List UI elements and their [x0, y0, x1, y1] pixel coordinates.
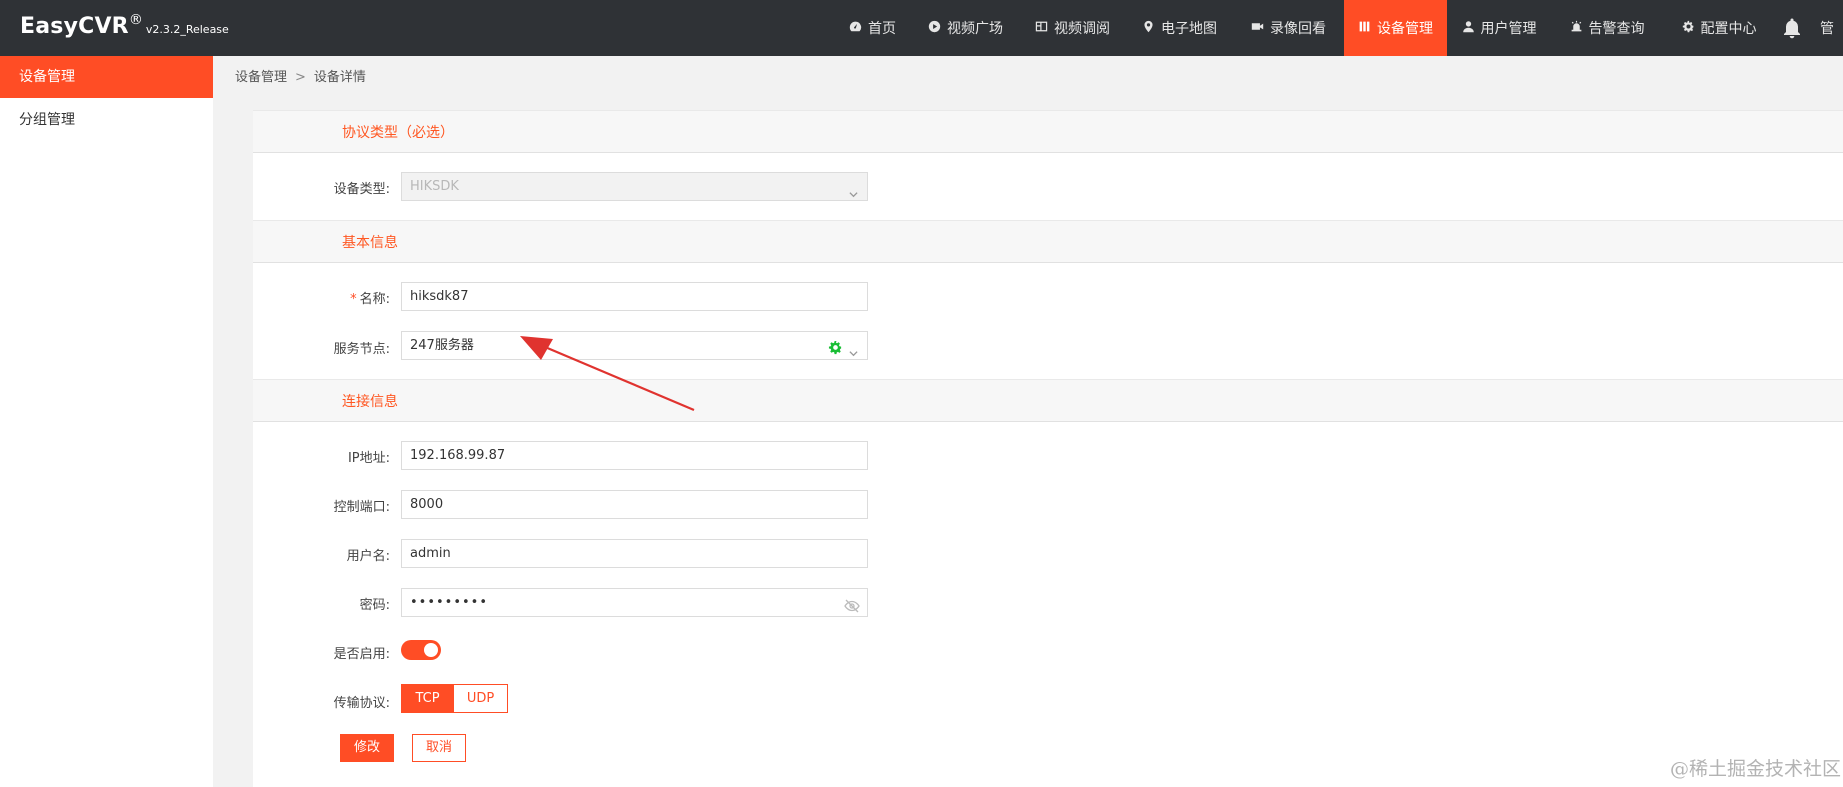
breadcrumb-separator: >: [295, 70, 306, 85]
breadcrumb-current: 设备详情: [313, 70, 366, 85]
device-type-select: HIKSDK: [401, 172, 868, 201]
annotation-arrow-icon: [520, 336, 695, 412]
nav-label: 录像回看: [1270, 21, 1326, 37]
nav-item-config-center[interactable]: 配置中心: [1663, 0, 1775, 56]
section-title: 连接信息: [342, 394, 398, 410]
nav-item-user-management[interactable]: 用户管理: [1447, 0, 1551, 56]
video-camera-icon: [1251, 20, 1264, 37]
nav-item-playback[interactable]: 录像回看: [1233, 0, 1344, 56]
user-menu[interactable]: 管: [1820, 18, 1843, 38]
nav-item-device-management[interactable]: 设备管理: [1344, 0, 1447, 56]
ip-value: 192.168.99.87: [410, 448, 506, 463]
sidebar: 设备管理 分组管理: [0, 56, 213, 787]
device-type-label: 设备类型:: [333, 182, 390, 197]
nav-label: 用户管理: [1480, 21, 1537, 37]
section-title: 基本信息: [342, 235, 398, 251]
app-version: v2.3.2_Release: [145, 23, 229, 36]
username-input[interactable]: admin: [401, 539, 868, 568]
required-mark: *: [350, 292, 357, 307]
play-circle-icon: [928, 20, 941, 37]
sidebar-item-device-management[interactable]: 设备管理: [0, 56, 213, 98]
nav-label: 设备管理: [1377, 21, 1433, 37]
nav-item-home[interactable]: 首页: [833, 0, 912, 56]
sidebar-item-group-management[interactable]: 分组管理: [0, 99, 213, 141]
section-connection-info: 连接信息: [253, 379, 1843, 422]
password-input[interactable]: •••••••••: [401, 588, 868, 617]
username-label: 用户名:: [346, 549, 390, 564]
nav-item-video-square[interactable]: 视频广场: [912, 0, 1019, 56]
gear-icon: [1682, 20, 1695, 37]
section-protocol-type: 协议类型（必选）: [253, 110, 1843, 153]
device-icon: [1358, 20, 1371, 37]
breadcrumb-parent[interactable]: 设备管理: [235, 70, 287, 85]
chevron-down-icon: [849, 182, 858, 198]
nav-label: 配置中心: [1700, 21, 1757, 37]
map-pin-icon: [1142, 20, 1155, 37]
port-label: 控制端口:: [333, 500, 390, 515]
chevron-down-icon: [849, 341, 858, 357]
eye-off-icon[interactable]: [844, 596, 860, 613]
name-input[interactable]: hiksdk87: [401, 282, 868, 311]
nav-label: 视频调阅: [1054, 21, 1110, 37]
submit-button[interactable]: 修改: [340, 734, 394, 762]
cancel-button[interactable]: 取消: [412, 734, 466, 762]
bell-icon[interactable]: [1782, 17, 1802, 39]
name-label-text: 名称:: [359, 292, 390, 307]
app-name: EasyCVR: [20, 14, 129, 39]
port-input[interactable]: 8000: [401, 490, 868, 519]
password-label: 密码:: [359, 598, 390, 613]
nav-item-map[interactable]: 电子地图: [1126, 0, 1233, 56]
nav-item-video-view[interactable]: 视频调阅: [1019, 0, 1126, 56]
watermark: @稀土掘金技术社区: [1670, 758, 1842, 780]
transport-label: 传输协议:: [333, 696, 390, 711]
transport-option-udp[interactable]: UDP: [453, 684, 508, 713]
toggle-knob: [424, 643, 438, 657]
section-basic-info: 基本信息: [253, 220, 1843, 263]
ip-label: IP地址:: [347, 451, 390, 466]
registered-mark: ®: [128, 12, 143, 28]
ip-input[interactable]: 192.168.99.87: [401, 441, 868, 470]
user-icon: [1462, 20, 1475, 37]
breadcrumb: 设备管理 > 设备详情: [235, 66, 366, 85]
username-value: admin: [410, 546, 451, 561]
service-node-value: 247服务器: [410, 338, 474, 353]
nav-label: 电子地图: [1161, 21, 1217, 37]
port-value: 8000: [410, 497, 444, 512]
alarm-icon: [1570, 20, 1583, 37]
nav-item-alarm-query[interactable]: 告警查询: [1551, 0, 1663, 56]
password-value: •••••••••: [410, 595, 489, 610]
name-label: * 名称:: [250, 288, 390, 307]
device-type-value: HIKSDK: [410, 179, 459, 194]
transport-option-tcp[interactable]: TCP: [401, 684, 454, 713]
dashboard-icon: [849, 20, 862, 37]
gear-status-icon: [828, 338, 843, 355]
grid-icon: [1035, 20, 1048, 37]
app-logo[interactable]: EasyCVR®v2.3.2_Release: [20, 12, 229, 39]
section-title: 协议类型（必选）: [342, 125, 454, 141]
enabled-label: 是否启用:: [333, 647, 390, 662]
nav-label: 告警查询: [1588, 21, 1645, 37]
service-node-label: 服务节点:: [333, 342, 390, 357]
nav-label: 视频广场: [947, 21, 1003, 37]
top-bar: EasyCVR®v2.3.2_Release 首页 视频广场 视频调阅 电子地图…: [0, 0, 1843, 56]
nav-label: 首页: [868, 21, 896, 37]
enabled-toggle[interactable]: [401, 640, 441, 660]
name-value: hiksdk87: [410, 289, 469, 304]
